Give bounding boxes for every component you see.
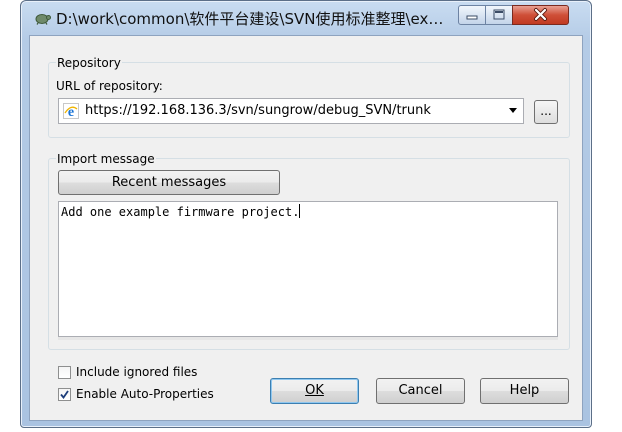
repository-group-label: Repository [56, 55, 122, 71]
window-title: D:\work\common\软件平台建设\SVN使用标准整理\exa... [56, 10, 451, 28]
maximize-button[interactable] [485, 5, 513, 25]
tortoise-icon [35, 14, 51, 25]
close-icon [534, 8, 547, 21]
ok-button[interactable]: OK [270, 378, 359, 404]
help-button[interactable]: Help [480, 378, 569, 404]
checkmark-icon [60, 390, 69, 399]
dialog-body: Repository URL of repository: e https://… [29, 35, 583, 421]
auto-properties-checkbox[interactable] [58, 388, 71, 401]
ie-icon: e [63, 103, 79, 119]
minimize-icon [466, 15, 478, 20]
message-text: Add one example firmware project. [61, 205, 300, 219]
url-combobox[interactable]: e https://192.168.136.3/svn/sungrow/debu… [58, 98, 524, 124]
import-dialog-window: D:\work\common\软件平台建设\SVN使用标准整理\exa... R… [20, 0, 592, 428]
maximize-icon [493, 9, 505, 20]
recent-messages-button[interactable]: Recent messages [58, 170, 280, 195]
include-ignored-label[interactable]: Include ignored files [76, 364, 197, 380]
cancel-button[interactable]: Cancel [376, 378, 465, 404]
url-label: URL of repository: [56, 79, 163, 93]
text-caret [299, 204, 301, 218]
chevron-down-icon[interactable] [509, 108, 517, 113]
auto-properties-label[interactable]: Enable Auto-Properties [76, 386, 214, 402]
url-value: https://192.168.136.3/svn/sungrow/debug_… [85, 103, 431, 118]
title-bar[interactable]: D:\work\common\软件平台建设\SVN使用标准整理\exa... [21, 1, 591, 35]
browse-repository-button[interactable]: ... [534, 100, 558, 124]
close-button[interactable] [512, 5, 569, 25]
include-ignored-checkbox[interactable] [58, 366, 71, 379]
minimize-button[interactable] [458, 5, 486, 25]
import-message-group-label: Import message [56, 151, 156, 167]
message-textarea[interactable]: Add one example firmware project. [58, 201, 558, 337]
textarea-scroll-edge [58, 337, 558, 340]
ok-button-label: OK [305, 383, 324, 398]
